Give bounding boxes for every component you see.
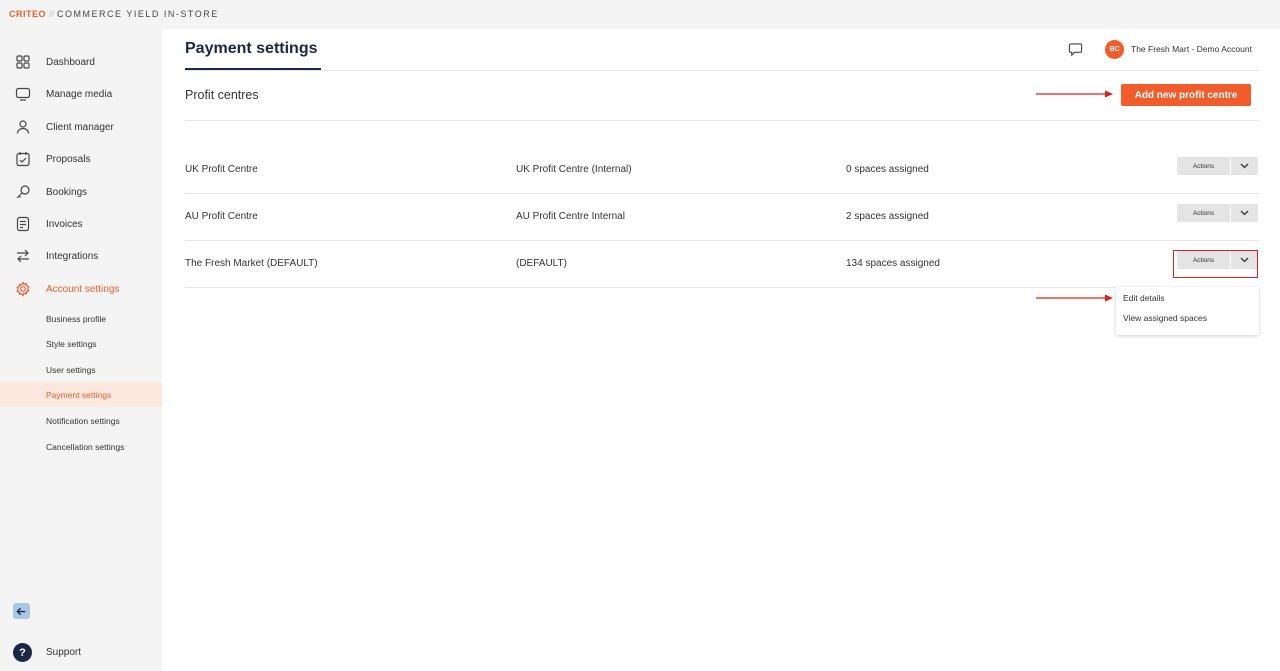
sidebar-subitem-payment-settings[interactable]: Payment settings xyxy=(0,382,162,407)
profit-centre-internal-name: AU Profit Centre Internal xyxy=(516,211,625,222)
sidebar-subitem-label: User settings xyxy=(46,364,96,375)
sidebar-subitem-notification-settings[interactable]: Notification settings xyxy=(0,408,162,433)
sidebar-item-proposals[interactable]: Proposals xyxy=(0,143,162,175)
sidebar-item-label: Account settings xyxy=(46,283,120,295)
profit-centre-internal-name: (DEFAULT) xyxy=(516,258,567,269)
add-profit-centre-button[interactable]: Add new profit centre xyxy=(1121,84,1251,106)
profit-centre-name: The Fresh Market (DEFAULT) xyxy=(185,258,318,269)
sidebar-item-manage-media[interactable]: Manage media xyxy=(0,78,162,110)
sidebar-item-invoices[interactable]: Invoices xyxy=(0,208,162,240)
sidebar: Dashboard Manage media Client manager Pr… xyxy=(0,29,162,671)
sidebar-subitem-label: Business profile xyxy=(46,313,107,324)
collapse-sidebar-button[interactable] xyxy=(13,603,30,619)
sidebar-item-account-settings[interactable]: Account settings xyxy=(0,273,162,305)
monitor-icon xyxy=(15,86,31,102)
menu-item-edit-details[interactable]: Edit details xyxy=(1123,293,1165,303)
sidebar-subitem-business-profile[interactable]: Business profile xyxy=(0,306,162,331)
actions-dropdown-menu: Edit details View assigned spaces xyxy=(1116,287,1259,335)
page-title: Payment settings xyxy=(185,40,318,57)
product-name: COMMERCE YIELD IN-STORE xyxy=(57,9,219,19)
sidebar-item-bookings[interactable]: Bookings xyxy=(0,176,162,208)
swap-arrows-icon xyxy=(15,248,31,264)
sidebar-subitem-label: Payment settings xyxy=(46,389,112,400)
sidebar-subitem-label: Style settings xyxy=(46,338,97,349)
invoice-icon xyxy=(15,216,31,232)
table-row: The Fresh Market (DEFAULT) (DEFAULT) 134… xyxy=(185,241,1259,288)
actions-label[interactable]: Actions xyxy=(1177,204,1230,222)
table-row: AU Profit Centre AU Profit Centre Intern… xyxy=(185,194,1259,241)
profit-centre-name: UK Profit Centre xyxy=(185,164,258,175)
account-name[interactable]: The Fresh Mart - Demo Account xyxy=(1131,44,1252,54)
spaces-assigned: 2 spaces assigned xyxy=(846,211,929,222)
sidebar-item-label: Manage media xyxy=(46,88,113,100)
criteo-logo: CRITEO xyxy=(9,9,47,19)
avatar[interactable]: BC xyxy=(1105,40,1124,59)
highlight-box xyxy=(1173,250,1258,278)
sidebar-item-label: Integrations xyxy=(46,250,99,262)
chevron-down-icon[interactable] xyxy=(1231,157,1258,175)
grid-icon xyxy=(15,54,31,70)
brand-separator: // xyxy=(49,9,55,19)
sidebar-item-label: Proposals xyxy=(46,153,91,165)
support-label: Support xyxy=(46,647,82,658)
annotation-arrow-icon xyxy=(1036,90,1113,98)
top-bar: CRITEO//COMMERCE YIELD IN-STORE xyxy=(0,0,1280,29)
sidebar-item-client-manager[interactable]: Client manager xyxy=(0,111,162,143)
brand-logo[interactable]: CRITEO//COMMERCE YIELD IN-STORE xyxy=(9,9,219,19)
sidebar-subitem-label: Cancellation settings xyxy=(46,441,125,452)
spaces-assigned: 134 spaces assigned xyxy=(846,258,940,269)
sidebar-subitem-user-settings[interactable]: User settings xyxy=(0,357,162,382)
table-row: UK Profit Centre UK Profit Centre (Inter… xyxy=(185,147,1259,194)
sidebar-item-integrations[interactable]: Integrations xyxy=(0,240,162,272)
proposal-icon xyxy=(15,151,31,167)
sidebar-item-label: Client manager xyxy=(46,121,114,133)
section-title: Profit centres xyxy=(185,88,259,102)
actions-button[interactable]: Actions xyxy=(1177,204,1258,222)
chevron-down-icon[interactable] xyxy=(1231,204,1258,222)
sidebar-item-label: Bookings xyxy=(46,186,88,198)
sidebar-item-dashboard[interactable]: Dashboard xyxy=(0,46,162,78)
sidebar-subitem-cancellation-settings[interactable]: Cancellation settings xyxy=(0,434,162,459)
actions-label[interactable]: Actions xyxy=(1177,157,1230,175)
actions-button[interactable]: Actions xyxy=(1177,157,1258,175)
chat-icon[interactable] xyxy=(1068,42,1083,57)
sidebar-subitem-style-settings[interactable]: Style settings xyxy=(0,331,162,356)
annotation-arrow-icon xyxy=(1036,294,1113,302)
arrow-left-icon xyxy=(16,607,26,615)
key-icon xyxy=(15,184,31,200)
gear-icon xyxy=(15,281,31,297)
sidebar-subitem-label: Notification settings xyxy=(46,415,120,426)
profit-centre-internal-name: UK Profit Centre (Internal) xyxy=(516,164,632,175)
user-icon xyxy=(15,119,31,135)
section-divider xyxy=(185,120,1259,121)
support-link[interactable]: ? Support xyxy=(0,641,162,663)
main-content: Payment settings BC The Fresh Mart - Dem… xyxy=(162,29,1280,671)
menu-item-view-assigned-spaces[interactable]: View assigned spaces xyxy=(1123,313,1207,323)
sidebar-item-label: Dashboard xyxy=(46,56,95,68)
profit-centre-name: AU Profit Centre xyxy=(185,211,258,222)
spaces-assigned: 0 spaces assigned xyxy=(846,164,929,175)
header-divider xyxy=(185,70,1259,71)
sidebar-item-label: Invoices xyxy=(46,218,83,230)
help-icon: ? xyxy=(13,643,32,662)
